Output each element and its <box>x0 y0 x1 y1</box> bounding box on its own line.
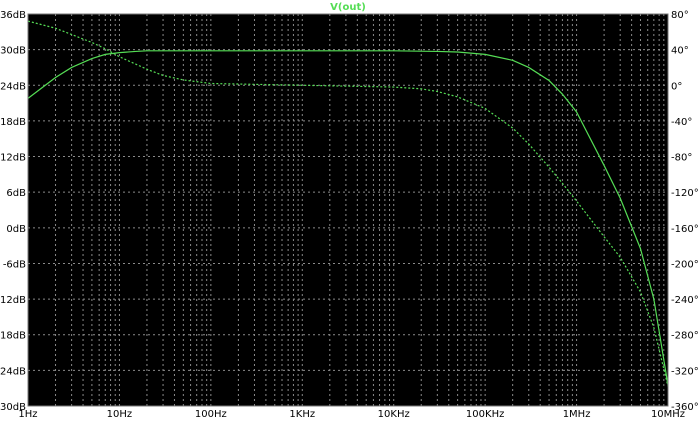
y-right-tick-label: -80° <box>671 153 692 164</box>
y-right-tick-label: 80° <box>671 10 689 21</box>
x-tick-label: 10Hz <box>107 409 133 420</box>
y-left-tick-label: 12dB <box>0 153 26 164</box>
y-right-tick-label: -40° <box>671 117 692 128</box>
y-left-tick-label: 6dB <box>6 188 26 199</box>
y-right-tick-label: -160° <box>671 224 699 235</box>
y-right-tick-label: -120° <box>671 188 699 199</box>
y-right-tick-label: -240° <box>671 295 699 306</box>
y-right-tick-label: 40° <box>671 46 689 57</box>
y-right-tick-label: 0° <box>671 81 682 92</box>
y-right-tick-label: -280° <box>671 331 699 342</box>
y-left-tick-label: -30dB <box>0 402 26 413</box>
chart-title: V(out) <box>330 2 366 13</box>
y-left-tick-label: 36dB <box>0 10 26 21</box>
bode-plot: 1Hz 10Hz 100Hz 1KHz 10KHz 100KHz 1MHz 10MHz36dB… <box>0 0 700 430</box>
y-left-tick-label: -12dB <box>0 295 26 306</box>
y-left-tick-label: 30dB <box>0 46 26 57</box>
y-left-tick-label: 18dB <box>0 117 26 128</box>
y-left-tick-label: -24dB <box>0 366 26 377</box>
y-right-tick-label: -200° <box>671 259 699 270</box>
y-left-tick-label: 0dB <box>6 224 26 235</box>
y-right-tick-label: -360° <box>671 402 699 413</box>
x-tick-label: 100Hz <box>195 409 227 420</box>
x-tick-label: 10KHz <box>378 409 410 420</box>
y-left-tick-label: 24dB <box>0 81 26 92</box>
y-right-tick-label: -320° <box>671 366 699 377</box>
y-left-tick-label: -6dB <box>3 259 26 270</box>
x-tick-label: 1MHz <box>563 409 591 420</box>
x-tick-label: 1KHz <box>289 409 315 420</box>
y-left-tick-label: -18dB <box>0 331 26 342</box>
x-tick-label: 100KHz <box>466 409 504 420</box>
